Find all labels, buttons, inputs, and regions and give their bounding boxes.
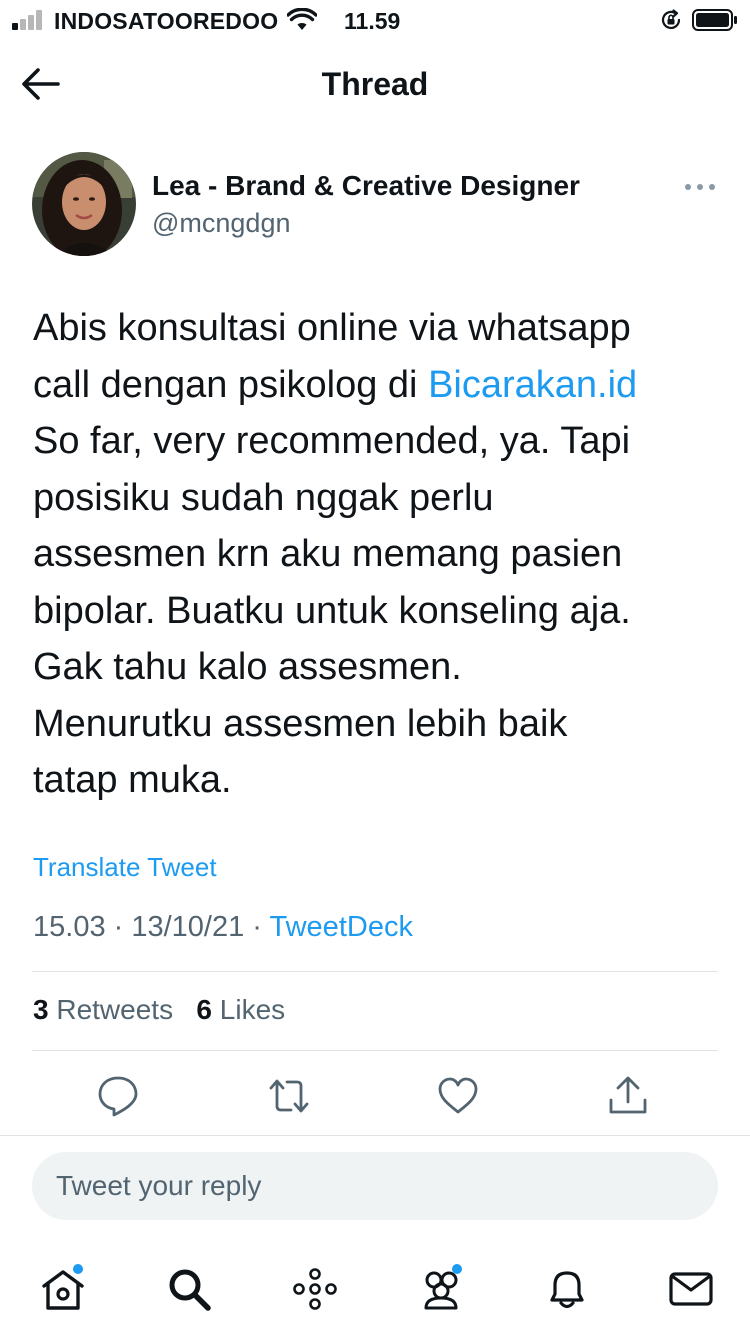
tweet-text: Abis konsultasi online via whatsapp call… xyxy=(33,300,723,809)
nav-home[interactable] xyxy=(38,1264,88,1314)
tweet-line: Abis konsultasi online via whatsapp xyxy=(33,307,631,349)
nav-search[interactable] xyxy=(164,1264,214,1314)
translate-tweet-link[interactable]: Translate Tweet xyxy=(33,852,217,883)
nav-notifications[interactable] xyxy=(542,1264,592,1314)
retweets-label: Retweets xyxy=(48,994,174,1025)
tweet-line: Gak tahu kalo assesmen. xyxy=(33,646,462,688)
retweets-stat[interactable]: 3 Retweets xyxy=(33,994,173,1025)
like-icon[interactable] xyxy=(436,1074,480,1118)
tweet-line: call dengan psikolog di Bicarakan.id xyxy=(33,357,723,414)
nav-messages[interactable] xyxy=(666,1264,716,1314)
tweet-source-link[interactable]: TweetDeck xyxy=(270,911,413,943)
likes-label: Likes xyxy=(212,994,286,1025)
search-icon xyxy=(169,1269,211,1311)
author-handle: @mcngdgn xyxy=(152,208,291,238)
tweet-date: 13/10/21 xyxy=(131,911,245,943)
tweet-link[interactable]: Bicarakan.id xyxy=(428,364,637,406)
nav-spaces[interactable] xyxy=(290,1264,340,1314)
tweet-line: bipolar. Buatku untuk konseling aja. xyxy=(33,589,631,632)
reply-placeholder: Tweet your reply xyxy=(56,1170,262,1201)
messages-icon xyxy=(669,1272,713,1306)
rotation-lock-icon xyxy=(661,9,681,29)
bottom-nav xyxy=(0,1256,750,1334)
reply-icon[interactable] xyxy=(96,1074,140,1118)
notifications-icon xyxy=(550,1271,584,1309)
more-options-icon[interactable] xyxy=(680,172,720,202)
tweet-line: assesmen krn aku memang pasien xyxy=(33,533,623,575)
likes-stat[interactable]: 6 Likes xyxy=(196,994,285,1025)
notification-dot xyxy=(73,1264,83,1274)
wifi-icon xyxy=(287,8,317,30)
status-bar: INDOSATOOREDOO 11.59 xyxy=(0,0,750,42)
signal-icon xyxy=(12,10,48,30)
tweet-stats: 3 Retweets 6 Likes xyxy=(33,994,285,1026)
tweet-line: posisiku sudah nggak perlu xyxy=(33,476,494,519)
share-icon[interactable] xyxy=(606,1074,650,1118)
notification-dot xyxy=(452,1264,462,1274)
thread-header: Thread xyxy=(0,42,750,126)
divider xyxy=(32,1050,718,1051)
author-name[interactable]: Lea - Brand & Creative Designer xyxy=(152,170,580,202)
spaces-icon xyxy=(293,1268,337,1310)
tweet-line: Menurutku assesmen lebih baik xyxy=(33,702,568,745)
tweet-line: tatap muka. xyxy=(33,759,232,801)
tweet-time: 15.03 xyxy=(33,911,106,943)
tweet-line: So far, very recommended, ya. Tapi xyxy=(33,420,631,462)
tweet-line-text: call dengan psikolog di xyxy=(33,363,429,406)
tweet-meta: 15.03 · 13/10/21 · TweetDeck xyxy=(33,911,413,944)
divider xyxy=(32,971,718,972)
page-title: Thread xyxy=(321,66,429,102)
retweets-count: 3 xyxy=(33,994,49,1025)
likes-count: 6 xyxy=(196,994,212,1025)
meta-separator: · xyxy=(105,911,132,943)
carrier-name: INDOSATOOREDOO xyxy=(54,8,279,34)
battery-icon xyxy=(692,9,737,31)
avatar[interactable] xyxy=(32,152,136,256)
reply-input[interactable]: Tweet your reply xyxy=(32,1152,718,1220)
status-time: 11.59 xyxy=(344,8,401,34)
meta-separator: · xyxy=(244,911,270,943)
nav-communities[interactable] xyxy=(416,1264,466,1314)
retweet-icon[interactable] xyxy=(267,1074,311,1118)
divider xyxy=(0,1135,750,1136)
